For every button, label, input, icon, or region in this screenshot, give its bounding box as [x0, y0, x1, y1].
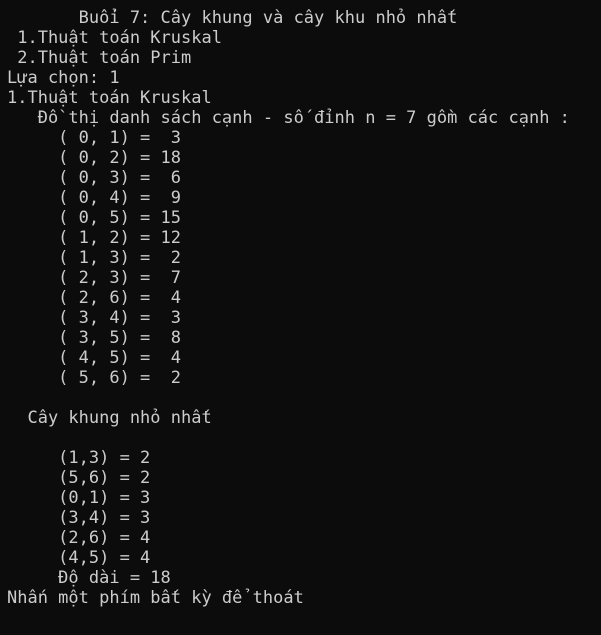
edge-line: ( 0, 5) = 15 [7, 208, 181, 228]
graph-header: Đồ thị danh sách cạnh - số đỉnh n = 7 gồ… [7, 108, 570, 128]
mst-edge-line: (2,6) = 4 [7, 528, 151, 548]
mst-edge-line: (5,6) = 2 [7, 468, 151, 488]
console-title: Buổi 7: Cây khung và cây khu nhỏ nhất [7, 8, 458, 28]
mst-header: Cây khung nhỏ nhất [7, 408, 212, 428]
mst-edge-line: (0,1) = 3 [7, 488, 151, 508]
edge-line: ( 0, 4) = 9 [7, 188, 181, 208]
mst-edge-line: (3,4) = 3 [7, 508, 151, 528]
edge-line: ( 2, 3) = 7 [7, 268, 181, 288]
console-window[interactable]: Buổi 7: Cây khung và cây khu nhỏ nhất 1.… [0, 0, 601, 635]
menu-item-prim: 2.Thuật toán Prim [7, 48, 192, 68]
selected-algorithm: 1.Thuật toán Kruskal [7, 88, 212, 108]
edge-line: ( 3, 4) = 3 [7, 308, 181, 328]
mst-edge-line: (1,3) = 2 [7, 448, 151, 468]
edge-line: ( 0, 1) = 3 [7, 128, 181, 148]
edge-list: ( 0, 1) = 3 ( 0, 2) = 18 ( 0, 3) = 6 ( 0… [7, 128, 601, 388]
edge-line: ( 2, 6) = 4 [7, 288, 181, 308]
edge-line: ( 0, 3) = 6 [7, 168, 181, 188]
choice-prompt: Lựa chọn: 1 [7, 68, 120, 88]
exit-prompt: Nhấn một phím bất kỳ để thoát [7, 588, 304, 608]
edge-line: ( 5, 6) = 2 [7, 368, 181, 388]
edge-line: ( 1, 2) = 12 [7, 228, 181, 248]
mst-edge-list: (1,3) = 2 (5,6) = 2 (0,1) = 3 (3,4) = 3 … [7, 448, 601, 568]
edge-line: ( 0, 2) = 18 [7, 148, 181, 168]
edge-line: ( 3, 5) = 8 [7, 328, 181, 348]
edge-line: ( 4, 5) = 4 [7, 348, 181, 368]
total-length: Độ dài = 18 [7, 568, 171, 588]
mst-edge-line: (4,5) = 4 [7, 548, 151, 568]
menu-item-kruskal: 1.Thuật toán Kruskal [7, 28, 222, 48]
edge-line: ( 1, 3) = 2 [7, 248, 181, 268]
